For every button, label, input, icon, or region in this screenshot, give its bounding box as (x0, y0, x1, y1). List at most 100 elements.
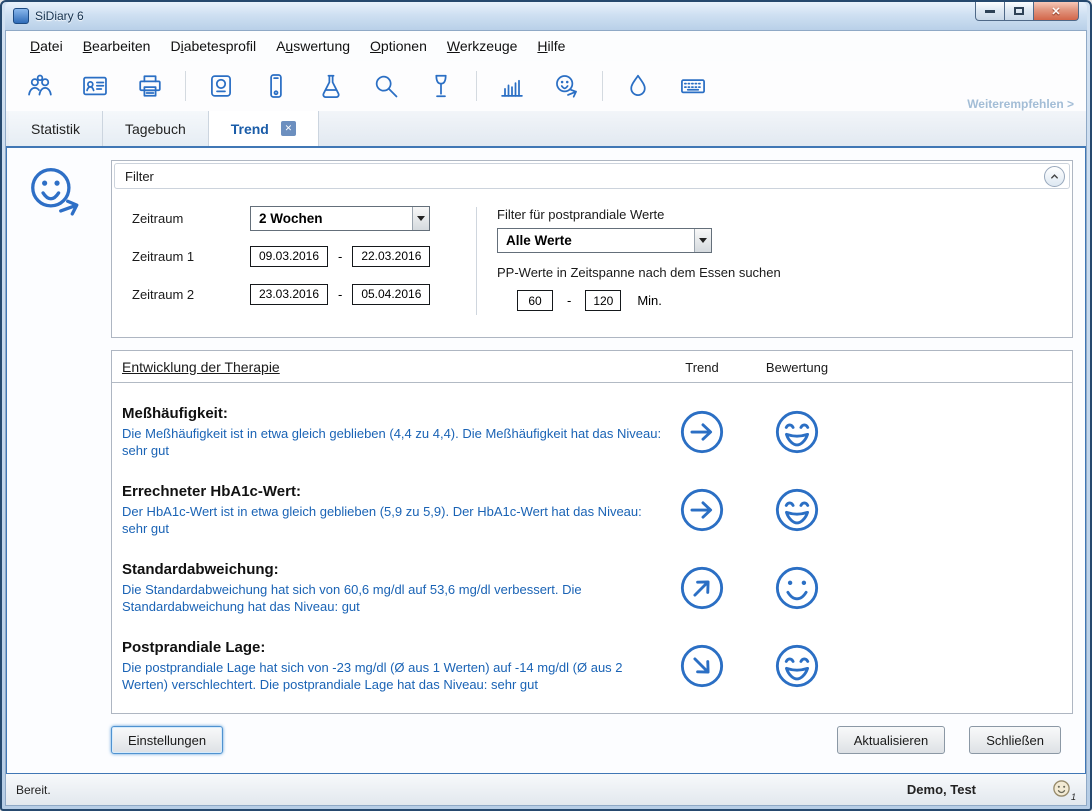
filter-panel: Filter Zeitraum 2 Wochen Zeitr (111, 160, 1073, 338)
app-icon (13, 8, 29, 24)
toolbar: Weiterempfehlen > (6, 61, 1086, 111)
settings-button[interactable]: Einstellungen (111, 726, 223, 754)
toolbar-separator (602, 71, 603, 101)
row-heading: Standardabweichung: (122, 561, 1072, 578)
client-area: Datei Bearbeiten Diabetesprofil Auswertu… (5, 30, 1087, 806)
statistics-icon[interactable] (498, 72, 526, 100)
filter-header: Filter (114, 163, 1070, 189)
minimize-button[interactable] (975, 2, 1005, 21)
row-heading: Errechneter HbA1c-Wert: (122, 483, 1072, 500)
minimize-icon (985, 10, 995, 13)
trend-module-icon (25, 164, 87, 231)
toolbar-separator (476, 71, 477, 101)
menu-diabetesprofil[interactable]: Diabetesprofil (160, 34, 266, 58)
therapy-title: Entwicklung der Therapie (122, 359, 280, 375)
tab-trend[interactable]: Trend✕ (209, 111, 319, 146)
row-heading: Postprandiale Lage: (122, 639, 1072, 656)
pp-unit-label: Min. (637, 293, 662, 308)
period-dropdown-value: 2 Wochen (251, 207, 412, 230)
chevron-down-icon (694, 229, 711, 252)
statusbar: Bereit. Demo, Test 1 (6, 774, 1086, 805)
range-separator: - (338, 287, 342, 302)
lab-flask-icon[interactable] (317, 72, 345, 100)
titlebar[interactable]: SiDiary 6 ✕ (5, 2, 1087, 30)
menu-hilfe[interactable]: Hilfe (527, 34, 575, 58)
keyboard-icon[interactable] (679, 72, 707, 100)
chevron-down-icon (412, 207, 429, 230)
period-dropdown[interactable]: 2 Wochen (250, 206, 430, 231)
users-icon[interactable] (26, 72, 54, 100)
close-button[interactable]: ✕ (1033, 2, 1079, 21)
menu-auswertung[interactable]: Auswertung (266, 34, 360, 58)
refresh-button[interactable]: Aktualisieren (837, 726, 945, 754)
row-description: Der HbA1c-Wert ist in etwa gleich geblie… (122, 503, 667, 537)
trend-arrow-icon (657, 643, 747, 689)
close-view-button[interactable]: Schließen (969, 726, 1061, 754)
trend-view: Filter Zeitraum 2 Wochen Zeitr (6, 146, 1086, 774)
tab-close-icon[interactable]: ✕ (281, 121, 296, 136)
status-badge: 1 (1071, 792, 1076, 802)
app-window: SiDiary 6 ✕ Datei Bearbeiten Diabetespro… (0, 0, 1092, 811)
range-separator: - (567, 293, 571, 308)
period1-label: Zeitraum 1 (132, 249, 250, 264)
glass-icon[interactable] (427, 72, 455, 100)
user-status-icon[interactable]: 1 (1052, 779, 1076, 801)
maximize-button[interactable] (1004, 2, 1034, 21)
pp-from-input[interactable] (517, 290, 553, 311)
toolbar-separator (185, 71, 186, 101)
therapy-panel: Entwicklung der Therapie Trend Bewertung… (111, 350, 1073, 714)
actions-bar: Einstellungen Aktualisieren Schließen (111, 726, 1061, 754)
therapy-header: Entwicklung der Therapie Trend Bewertung (112, 351, 1072, 383)
filter-title: Filter (125, 169, 154, 184)
menu-bearbeiten[interactable]: Bearbeiten (73, 34, 161, 58)
printer-icon[interactable] (136, 72, 164, 100)
recommend-link[interactable]: Weiterempfehlen > (967, 97, 1074, 111)
row-heading: Meßhäufigkeit: (122, 405, 1072, 422)
period2-from-input[interactable] (250, 284, 328, 305)
therapy-row-hba1c: Errechneter HbA1c-Wert: Der HbA1c-Wert i… (112, 475, 1072, 553)
status-text: Bereit. (16, 783, 51, 797)
search-icon[interactable] (372, 72, 400, 100)
maximize-icon (1014, 7, 1024, 15)
meter-download-icon[interactable] (207, 72, 235, 100)
pp-span-label: PP-Werte in Zeitspanne nach dem Essen su… (497, 265, 1056, 280)
therapy-row-messhaeufigkeit: Meßhäufigkeit: Die Meßhäufigkeit ist in … (112, 397, 1072, 475)
therapy-row-postprandiale-lage: Postprandiale Lage: Die postprandiale La… (112, 631, 1072, 709)
rating-smiley-icon (752, 565, 842, 611)
row-description: Die postprandiale Lage hat sich von -23 … (122, 659, 667, 693)
pp-filter-dropdown[interactable]: Alle Werte (497, 228, 712, 253)
range-separator: - (338, 249, 342, 264)
caption-buttons: ✕ (976, 2, 1079, 21)
trend-arrow-icon (657, 487, 747, 533)
drop-icon[interactable] (624, 72, 652, 100)
filter-body: Zeitraum 2 Wochen Zeitraum 1 - (112, 191, 1072, 337)
tab-statistik[interactable]: Statistik (9, 111, 103, 146)
tab-tagebuch[interactable]: Tagebuch (103, 111, 209, 146)
period2-to-input[interactable] (352, 284, 430, 305)
pp-to-input[interactable] (585, 290, 621, 311)
column-header-trend: Trend (657, 360, 747, 375)
menu-optionen[interactable]: Optionen (360, 34, 437, 58)
menubar: Datei Bearbeiten Diabetesprofil Auswertu… (6, 31, 1086, 61)
period2-label: Zeitraum 2 (132, 287, 250, 302)
pp-filter-label: Filter für postprandiale Werte (497, 207, 1056, 222)
collapse-button[interactable] (1044, 166, 1065, 187)
period1-to-input[interactable] (352, 246, 430, 267)
pp-filter-dropdown-value: Alle Werte (498, 229, 694, 252)
trend-arrow-icon (657, 409, 747, 455)
period1-from-input[interactable] (250, 246, 328, 267)
rating-smiley-icon (752, 409, 842, 455)
menu-werkzeuge[interactable]: Werkzeuge (437, 34, 528, 58)
period-label: Zeitraum (132, 211, 250, 226)
column-header-bewertung: Bewertung (752, 360, 842, 375)
patient-card-icon[interactable] (81, 72, 109, 100)
trend-arrow-icon (657, 565, 747, 611)
trend-smiley-icon[interactable] (553, 72, 581, 100)
filter-divider (476, 207, 477, 315)
mobile-device-icon[interactable] (262, 72, 290, 100)
current-user-label: Demo, Test (907, 782, 976, 797)
row-description: Die Meßhäufigkeit ist in etwa gleich geb… (122, 425, 667, 459)
row-description: Die Standardabweichung hat sich von 60,6… (122, 581, 667, 615)
menu-datei[interactable]: Datei (20, 34, 73, 58)
tabstrip: Statistik Tagebuch Trend✕ (6, 111, 1086, 146)
